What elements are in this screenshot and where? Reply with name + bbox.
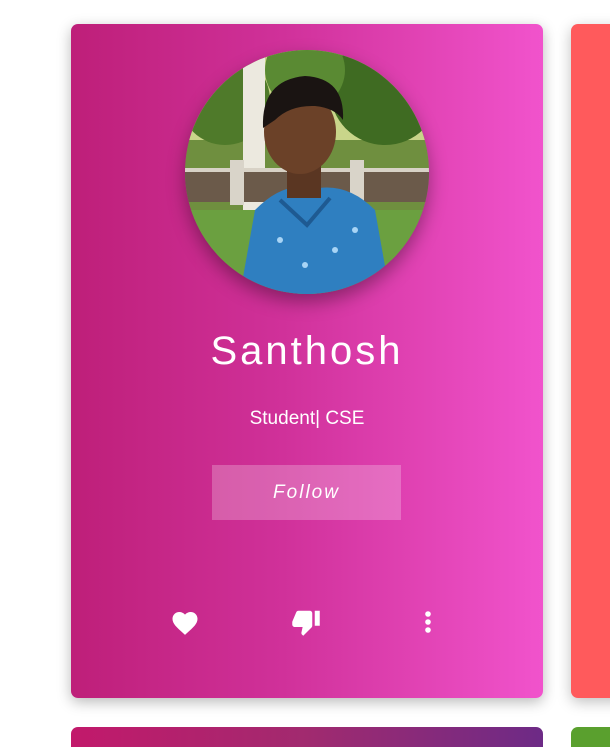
next-card-top-edge-right: [571, 727, 610, 747]
neighbor-card: [571, 24, 610, 698]
dislike-button[interactable]: [290, 606, 322, 638]
next-card-top-edge: [71, 727, 543, 747]
card-actions: [71, 606, 543, 638]
more-options-button[interactable]: [412, 606, 444, 638]
profile-name: Santhosh: [210, 329, 404, 373]
like-button[interactable]: [169, 606, 201, 638]
profile-card: Santhosh Student| CSE Follow: [71, 24, 543, 698]
avatar: [185, 50, 429, 294]
thumbs-down-icon: [292, 610, 320, 636]
profile-role: Student| CSE: [249, 408, 365, 429]
follow-button[interactable]: Follow: [212, 465, 401, 520]
more-vertical-icon: [425, 611, 431, 633]
heart-icon: [172, 612, 198, 635]
